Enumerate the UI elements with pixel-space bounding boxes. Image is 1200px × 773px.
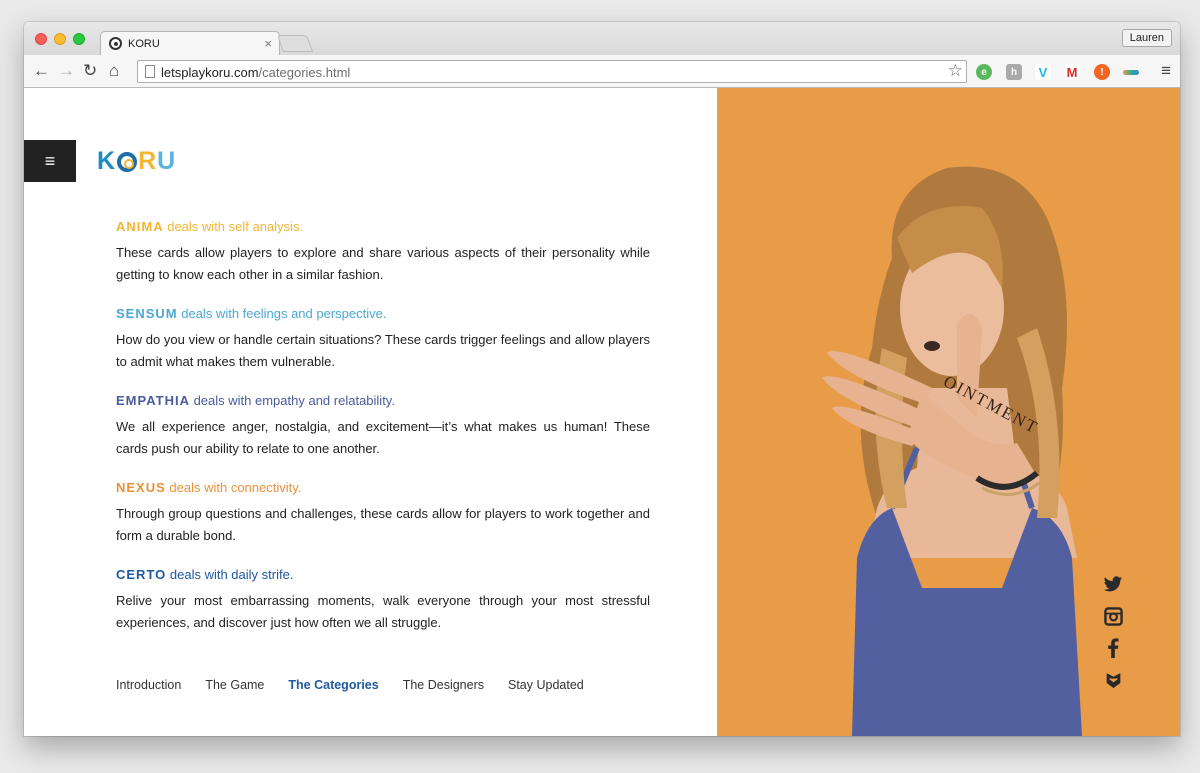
category-tagline: deals with connectivity. <box>165 480 302 495</box>
nav-the-game[interactable]: The Game <box>205 678 264 692</box>
category-tagline: deals with daily strife. <box>166 567 294 582</box>
category-description: These cards allow players to explore and… <box>116 245 650 282</box>
tab-close-icon[interactable]: × <box>264 36 272 51</box>
hamburger-menu-button[interactable]: ≡ <box>24 140 76 182</box>
minimize-window-button[interactable] <box>54 33 66 45</box>
tab-title: KORU <box>128 38 160 50</box>
browser-toolbar: ← → ↻ ⌂ letsplaykoru.com/categories.html… <box>24 55 1180 88</box>
category-heading: CERTO deals with daily strife. <box>116 566 650 584</box>
browser-window: KORU × Lauren ← → ↻ ⌂ letsplaykoru.com/c… <box>24 22 1180 736</box>
window-controls <box>35 33 85 45</box>
category-description: How do you view or handle certain situat… <box>116 332 650 369</box>
koru-spiral-icon <box>117 151 138 172</box>
alert-icon[interactable]: ! <box>1094 64 1110 80</box>
social-links <box>1102 573 1124 691</box>
forward-arrow-icon[interactable]: → <box>58 61 75 81</box>
nav-the-designers[interactable]: The Designers <box>403 678 484 692</box>
section-nav: Introduction The Game The Categories The… <box>116 678 584 692</box>
maximize-window-button[interactable] <box>73 33 85 45</box>
category-heading: EMPATHIA deals with empathy and relatabi… <box>116 392 650 410</box>
rainbow-icon[interactable] <box>1123 70 1139 75</box>
nav-introduction[interactable]: Introduction <box>116 678 181 692</box>
instagram-icon[interactable] <box>1102 605 1124 627</box>
category-anima: ANIMA deals with self analysis. These ca… <box>116 218 650 286</box>
facebook-icon[interactable] <box>1102 637 1124 659</box>
hero-image-panel: OINTMENT <box>717 88 1180 736</box>
categories-list: ANIMA deals with self analysis. These ca… <box>116 218 650 653</box>
koru-favicon-icon <box>109 37 122 50</box>
twitter-icon[interactable] <box>1102 573 1124 595</box>
tab-bar: KORU × Lauren <box>24 22 1180 56</box>
category-name: CERTO <box>116 567 167 582</box>
webpage: ≡ K R U ANIMA deals with self analysis. … <box>24 88 1180 736</box>
category-heading: SENSUM deals with feelings and perspecti… <box>116 305 650 323</box>
bookmark-star-icon[interactable]: ☆ <box>948 61 963 81</box>
category-name: EMPATHIA <box>116 393 190 408</box>
hola-icon[interactable]: h <box>1006 64 1022 80</box>
category-name: NEXUS <box>116 480 166 495</box>
category-description: Through group questions and challenges, … <box>116 506 650 543</box>
category-nexus: NEXUS deals with connectivity. Through g… <box>116 479 650 547</box>
gmail-icon[interactable]: M <box>1064 64 1080 80</box>
evernote-icon[interactable]: e <box>976 64 992 80</box>
address-bar[interactable]: letsplaykoru.com/categories.html ☆ <box>137 60 967 83</box>
new-tab-button[interactable] <box>276 35 314 52</box>
category-description: Relive your most embarrassing moments, w… <box>116 593 650 630</box>
vimeo-icon[interactable]: V <box>1035 64 1051 80</box>
category-empathia: EMPATHIA deals with empathy and relatabi… <box>116 392 650 460</box>
category-heading: NEXUS deals with connectivity. <box>116 479 650 497</box>
browser-tab-koru[interactable]: KORU × <box>100 31 280 56</box>
close-window-button[interactable] <box>35 33 47 45</box>
back-arrow-icon[interactable]: ← <box>33 61 50 81</box>
url-text: letsplaykoru.com/categories.html <box>161 65 351 80</box>
category-sensum: SENSUM deals with feelings and perspecti… <box>116 305 650 373</box>
category-tagline: deals with feelings and perspective. <box>177 306 387 321</box>
category-tagline: deals with empathy and relatability. <box>189 393 395 408</box>
nav-the-categories[interactable]: The Categories <box>288 678 378 692</box>
category-heading: ANIMA deals with self analysis. <box>116 218 650 236</box>
category-tagline: deals with self analysis. <box>163 219 304 234</box>
koru-logo[interactable]: K R U <box>97 147 176 176</box>
page-icon <box>145 65 155 78</box>
category-description: We all experience anger, nostalgia, and … <box>116 419 650 456</box>
nav-stay-updated[interactable]: Stay Updated <box>508 678 584 692</box>
home-icon[interactable]: ⌂ <box>109 61 119 81</box>
category-certo: CERTO deals with daily strife. Relive yo… <box>116 566 650 634</box>
profile-button[interactable]: Lauren <box>1121 29 1172 47</box>
content-panel: ≡ K R U ANIMA deals with self analysis. … <box>24 88 717 736</box>
browser-menu-icon[interactable]: ≡ <box>1161 61 1171 81</box>
bloglovin-icon[interactable] <box>1102 669 1124 691</box>
reload-icon[interactable]: ↻ <box>83 61 97 81</box>
category-name: ANIMA <box>116 219 164 234</box>
category-name: SENSUM <box>116 306 178 321</box>
